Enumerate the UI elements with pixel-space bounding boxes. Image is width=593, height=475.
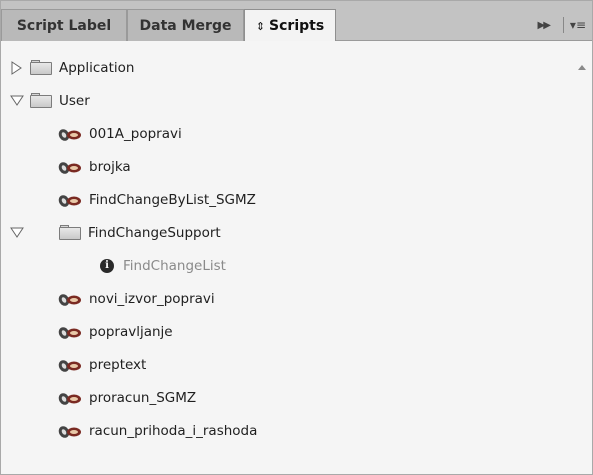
tab-script-label[interactable]: Script Label	[1, 9, 127, 41]
tree-folder-application[interactable]: Application	[1, 51, 571, 84]
tree-folder-user[interactable]: User	[1, 84, 571, 117]
scroll-up-arrow-icon[interactable]	[578, 65, 586, 70]
script-icon	[58, 326, 81, 339]
collapse-triangle-icon[interactable]	[10, 227, 24, 238]
panel-tabbar: Script Label Data Merge ⇕ Scripts ▶▶ ▾≡	[1, 1, 592, 42]
tree-label: racun_prihoda_i_rashoda	[89, 422, 258, 439]
tree-label: FindChangeSupport	[88, 224, 221, 241]
script-icon	[58, 194, 81, 207]
scripts-panel: Script Label Data Merge ⇕ Scripts ▶▶ ▾≡ …	[0, 0, 593, 475]
script-item-preptext[interactable]: preptext	[1, 348, 593, 381]
folder-icon	[59, 225, 81, 240]
folder-icon	[30, 60, 52, 75]
tree-label: 001A_popravi	[89, 125, 182, 142]
script-item-popravljanje[interactable]: popravljanje	[1, 315, 593, 348]
divider	[562, 17, 564, 33]
script-icon	[58, 293, 81, 306]
script-item-racun-prihoda-i-rashoda[interactable]: racun_prihoda_i_rashoda	[1, 414, 593, 447]
script-item-proracun-sgmz[interactable]: proracun_SGMZ	[1, 381, 593, 414]
panel-controls: ▶▶ ▾≡	[522, 9, 592, 41]
tree-label: Application	[59, 59, 135, 76]
tree-folder-findchangesupport[interactable]: FindChangeSupport	[1, 216, 571, 249]
script-icon	[58, 161, 81, 174]
scripts-tree: Application User 001A_popravi brojka Fin…	[1, 41, 592, 474]
expand-triangle-icon[interactable]	[11, 60, 22, 75]
script-icon	[58, 359, 81, 372]
tab-label: Data Merge	[139, 17, 232, 34]
tab-scripts[interactable]: ⇕ Scripts	[244, 9, 336, 42]
tree-label: popravljanje	[89, 323, 173, 340]
script-icon	[58, 128, 81, 141]
tree-label: brojka	[89, 158, 131, 175]
updown-arrows-icon: ⇕	[255, 19, 266, 33]
tree-label: User	[59, 92, 90, 109]
script-item-001a-popravi[interactable]: 001A_popravi	[1, 117, 593, 150]
tab-label: Script Label	[16, 17, 112, 34]
script-icon	[58, 425, 81, 438]
tree-label: preptext	[89, 356, 147, 373]
tree-label: FindChangeList	[123, 257, 226, 274]
double-chevron-right-icon[interactable]: ▶▶	[538, 20, 551, 31]
script-item-brojka[interactable]: brojka	[1, 150, 593, 183]
collapse-triangle-icon[interactable]	[10, 95, 24, 106]
script-icon	[58, 392, 81, 405]
panel-menu-icon[interactable]: ▾≡	[570, 18, 586, 32]
folder-icon	[30, 93, 52, 108]
script-item-novi-izvor-popravi[interactable]: novi_izvor_popravi	[1, 282, 593, 315]
tree-label: novi_izvor_popravi	[89, 290, 215, 307]
tab-label: Scripts	[269, 18, 325, 34]
tree-label: proracun_SGMZ	[89, 389, 197, 406]
tree-label: FindChangeByList_SGMZ	[89, 191, 256, 208]
script-item-findchangebylist-sgmz[interactable]: FindChangeByList_SGMZ	[1, 183, 593, 216]
file-item-findchangelist[interactable]: i FindChangeList	[1, 249, 593, 282]
tab-data-merge[interactable]: Data Merge	[127, 9, 244, 41]
info-icon: i	[100, 258, 114, 273]
